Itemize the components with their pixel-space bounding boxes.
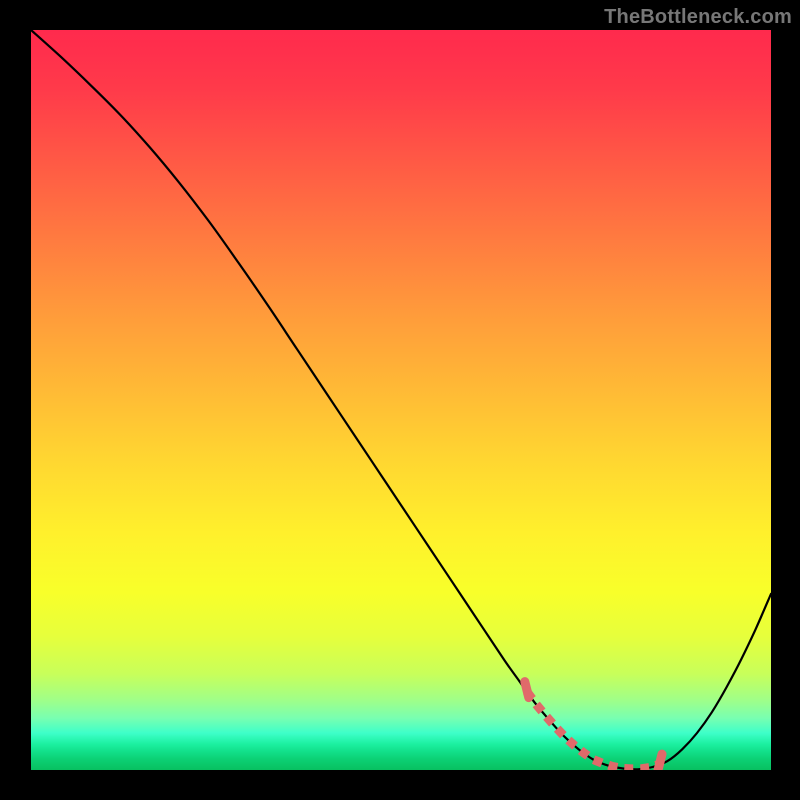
optimal-range-marker-right-tick [658,754,662,770]
curve-svg [31,30,771,770]
optimal-range-marker-dashes [527,692,660,769]
watermark-label: TheBottleneck.com [604,6,792,29]
bottleneck-curve-line [31,30,771,769]
chart-container: TheBottleneck.com [0,0,800,800]
plot-area [31,30,771,770]
